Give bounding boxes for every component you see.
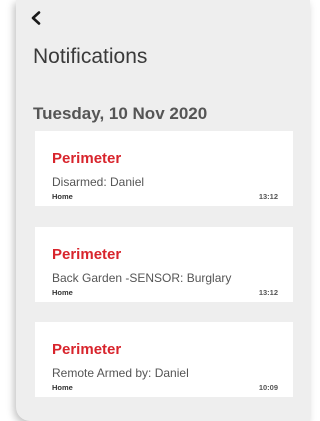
notification-card[interactable]: Perimeter Remote Armed by: Daniel Home 1… bbox=[35, 322, 293, 397]
notification-time: 13:12 bbox=[258, 192, 278, 201]
section-date-heading: Tuesday, 10 Nov 2020 bbox=[33, 104, 208, 123]
notification-title: Perimeter bbox=[52, 246, 122, 263]
notification-message: Disarmed: Daniel bbox=[52, 175, 145, 189]
notifications-screen: Notifications Tuesday, 10 Nov 2020 Perim… bbox=[16, 0, 310, 421]
notification-time: 13:12 bbox=[258, 288, 278, 297]
notification-location: Home bbox=[52, 383, 73, 392]
page-title: Notifications bbox=[33, 45, 148, 68]
notification-title: Perimeter bbox=[52, 150, 122, 167]
notification-title: Perimeter bbox=[52, 341, 122, 358]
back-button[interactable] bbox=[30, 11, 50, 31]
notification-location: Home bbox=[52, 192, 73, 201]
notification-message: Remote Armed by: Daniel bbox=[52, 366, 189, 380]
chevron-left-icon bbox=[31, 11, 41, 25]
notification-card[interactable]: Perimeter Disarmed: Daniel Home 13:12 bbox=[35, 131, 293, 206]
notification-card[interactable]: Perimeter Back Garden -SENSOR: Burglary … bbox=[35, 227, 293, 302]
notification-time: 10:09 bbox=[258, 383, 278, 392]
notification-location: Home bbox=[52, 288, 73, 297]
notification-message: Back Garden -SENSOR: Burglary bbox=[52, 271, 232, 285]
